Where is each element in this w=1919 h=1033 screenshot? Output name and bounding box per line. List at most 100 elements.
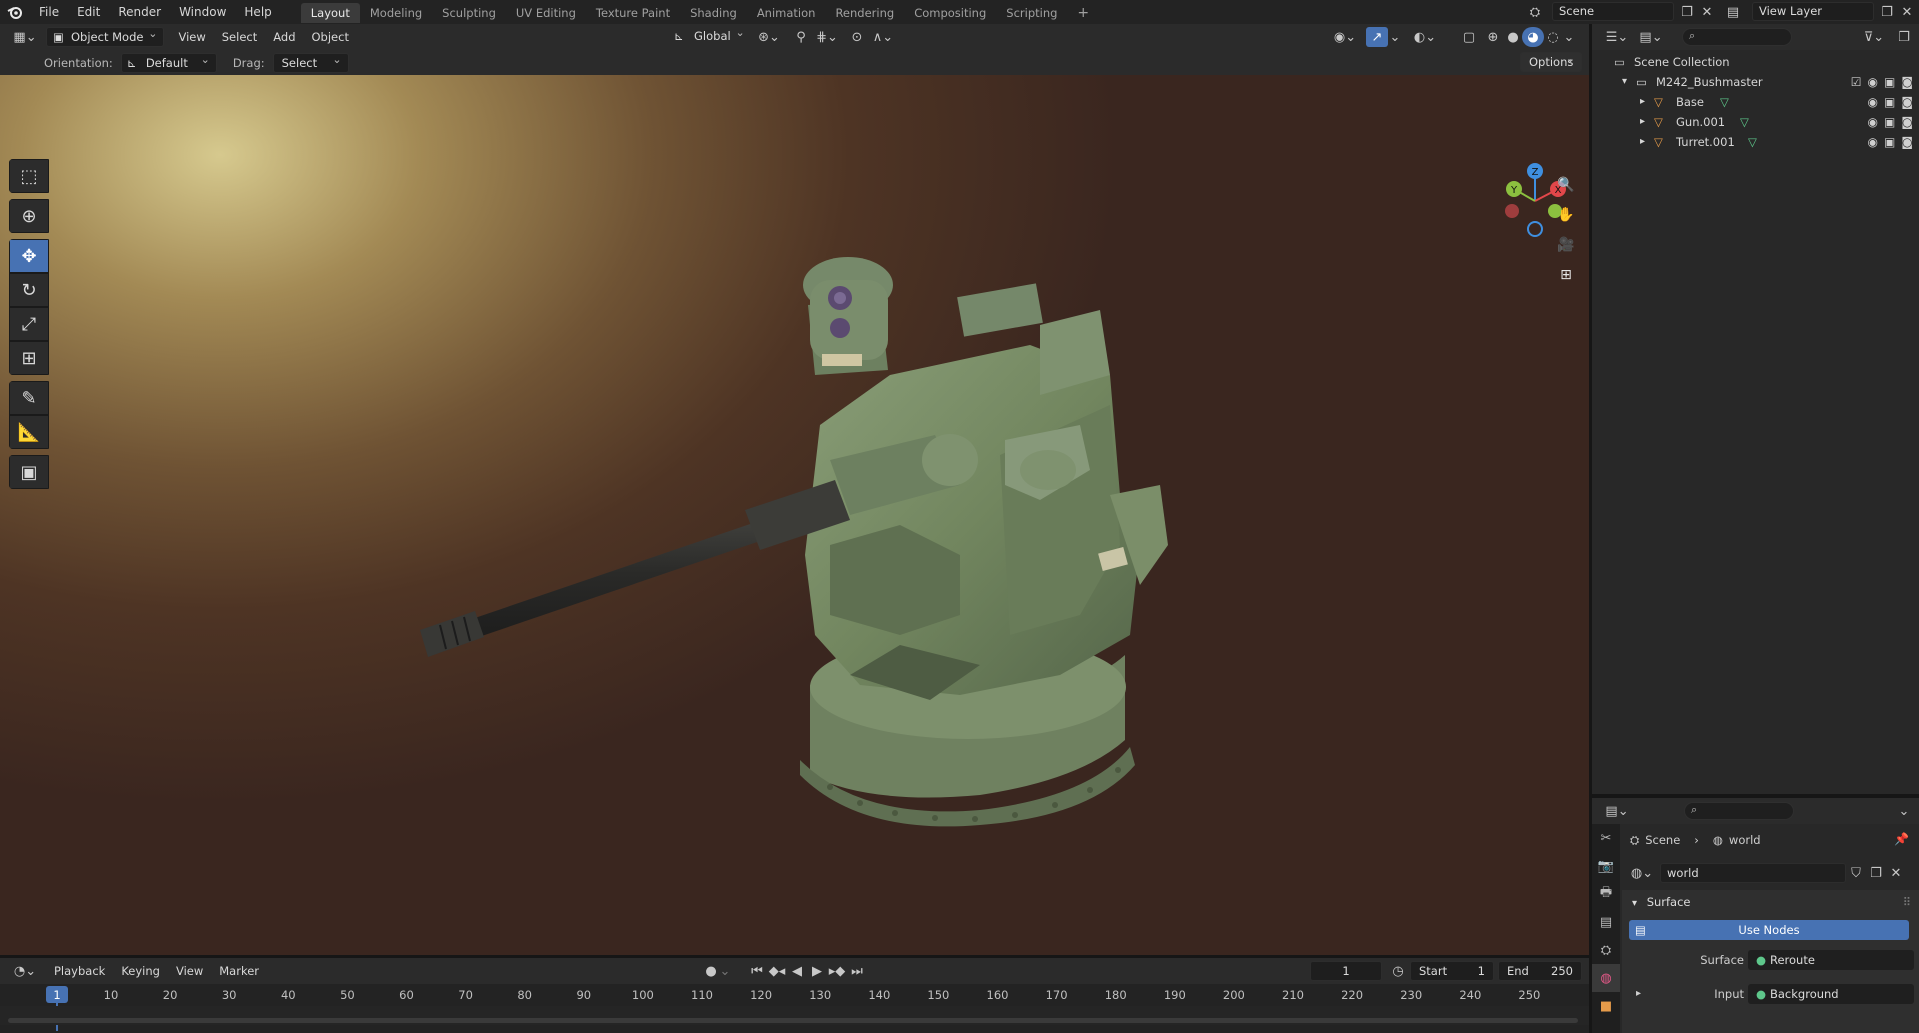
timeline-track[interactable]	[0, 1006, 1589, 1025]
delete-view-layer-icon[interactable]: ✕	[1896, 2, 1918, 22]
menu-select[interactable]: Select	[214, 27, 265, 47]
expand-chevron-icon[interactable]: ▸	[1636, 984, 1641, 1004]
duplicate-icon[interactable]: ❐	[1866, 863, 1886, 883]
input-socket-field[interactable]: ● Background	[1748, 984, 1914, 1004]
menu-marker[interactable]: Marker	[211, 961, 267, 981]
scene-tab-icon[interactable]: ⛭	[1592, 936, 1620, 964]
tab-compositing[interactable]: Compositing	[904, 3, 996, 23]
visibility-icon[interactable]: ◉⌄	[1330, 27, 1360, 47]
menu-view[interactable]: View	[168, 961, 211, 981]
visibility-eye-icon[interactable]: ◉	[1868, 112, 1878, 132]
orientation-dropdown[interactable]: ⊾ Default	[120, 51, 217, 73]
transform-orientation-dropdown[interactable]: ⊾ Global	[670, 24, 751, 47]
rendered-shading-icon[interactable]: ◌	[1542, 27, 1564, 47]
mesh-data-icon[interactable]: ▽	[1740, 112, 1749, 132]
tab-sculpting[interactable]: Sculpting	[432, 3, 506, 23]
menu-view[interactable]: View	[170, 27, 213, 47]
output-tab-icon[interactable]: 🖶	[1592, 880, 1620, 908]
menu-help[interactable]: Help	[235, 0, 280, 24]
tab-layout[interactable]: Layout	[300, 3, 360, 23]
menu-playback[interactable]: Playback	[46, 961, 113, 981]
menu-object[interactable]: Object	[304, 27, 357, 47]
play-icon[interactable]: ▶	[806, 961, 828, 981]
view-layer-selector[interactable]: View Layer	[1752, 2, 1874, 21]
view-layer-icon[interactable]: ▤	[1722, 2, 1744, 22]
preview-range-clock-icon[interactable]: ◷	[1387, 961, 1409, 981]
material-shading-icon[interactable]: ◕	[1522, 27, 1544, 47]
pin-icon[interactable]: 📌	[1894, 832, 1909, 846]
menu-render[interactable]: Render	[109, 0, 170, 24]
world-tab-icon[interactable]: ◍	[1592, 964, 1620, 992]
outliner-row-collection[interactable]: ▾ ▭ M242_Bushmaster ☑ ◉ ▣ ◙	[1592, 72, 1919, 92]
visibility-eye-icon[interactable]: ◉	[1868, 92, 1878, 112]
3d-viewport[interactable]: ⬚ ⊕ ✥ ↻ ⤢ ⊞ ✎ 📐 ▣ Z X Y 🔍 ✋ 🎥 ⊞	[0, 75, 1589, 955]
outliner-editor-type-icon[interactable]: ☰⌄	[1600, 27, 1634, 47]
annotate-tool-icon[interactable]: ✎	[9, 381, 49, 415]
pivot-point-icon[interactable]: ⊛⌄	[754, 27, 784, 47]
tab-uv-editing[interactable]: UV Editing	[506, 3, 586, 23]
solid-shading-icon[interactable]: ●	[1502, 27, 1524, 47]
unlink-icon[interactable]: ✕	[1886, 863, 1906, 883]
xray-icon[interactable]: ▢	[1458, 27, 1480, 47]
wireframe-shading-icon[interactable]: ⊕	[1482, 27, 1504, 47]
proportional-edit-icon[interactable]: ⊙	[846, 27, 868, 47]
fake-user-shield-icon[interactable]: ⛉	[1846, 863, 1866, 883]
axis-neg-z-icon[interactable]	[1527, 221, 1543, 237]
tab-scripting[interactable]: Scripting	[996, 3, 1067, 23]
world-name-field[interactable]: world	[1660, 863, 1846, 883]
move-tool-icon[interactable]: ✥	[9, 239, 49, 273]
timeline-editor-type-icon[interactable]: ◔⌄	[8, 961, 42, 981]
mesh-data-icon[interactable]: ▽	[1748, 132, 1757, 152]
viewport-monitor-icon[interactable]: ▣	[1884, 112, 1895, 132]
visibility-eye-icon[interactable]: ◉	[1868, 72, 1878, 92]
perspective-grid-icon[interactable]: ⊞	[1553, 262, 1579, 288]
surface-panel-header[interactable]: ▾ Surface ⠿	[1622, 890, 1919, 914]
view-layer-tab-icon[interactable]: ▤	[1592, 908, 1620, 936]
frame-ruler[interactable]: 1 10 20 30 40 50 60 70 80 90 100 110 120 130 140 150 160…	[0, 984, 1589, 1031]
use-nodes-button[interactable]: ▤ Use Nodes	[1629, 920, 1909, 940]
mode-dropdown[interactable]: ▣ Object Mode	[46, 25, 165, 47]
outliner-row-object[interactable]: ▸ ▽ Gun.001 ▽ ◉ ▣ ◙	[1592, 112, 1919, 132]
start-frame-field[interactable]: Start 1	[1410, 961, 1494, 981]
axis-neg-x-icon[interactable]	[1505, 204, 1519, 218]
outliner-search-field[interactable]: ⌕	[1682, 28, 1792, 46]
add-workspace-button[interactable]: +	[1067, 3, 1099, 23]
object-tab-icon[interactable]: ■	[1592, 992, 1620, 1020]
outliner-row-object[interactable]: ▸ ▽ Turret.001 ▽ ◉ ▣ ◙	[1592, 132, 1919, 152]
zoom-icon[interactable]: 🔍	[1553, 172, 1579, 198]
menu-window[interactable]: Window	[170, 0, 235, 24]
properties-editor-type-icon[interactable]: ▤⌄	[1600, 801, 1634, 821]
prev-keyframe-icon[interactable]: ◆◂	[766, 961, 788, 981]
render-camera-icon[interactable]: ◙	[1901, 112, 1913, 132]
pan-hand-icon[interactable]: ✋	[1553, 202, 1579, 228]
gizmo-toggle-icon[interactable]: ↗	[1366, 27, 1388, 47]
drag-handle-icon[interactable]: ⠿	[1903, 890, 1911, 914]
render-camera-icon[interactable]: ◙	[1901, 132, 1913, 152]
falloff-icon[interactable]: ∧⌄	[868, 27, 898, 47]
drag-dropdown[interactable]: Select Box	[272, 51, 349, 88]
gizmo-dropdown-icon[interactable]: ⌄	[1388, 27, 1402, 47]
viewport-monitor-icon[interactable]: ▣	[1884, 92, 1895, 112]
render-camera-icon[interactable]: ◙	[1901, 72, 1913, 92]
properties-search-field[interactable]: ⌕	[1684, 802, 1794, 820]
mesh-data-icon[interactable]: ▽	[1720, 92, 1729, 112]
menu-edit[interactable]: Edit	[68, 0, 109, 24]
outliner-row-scene-collection[interactable]: ▭ Scene Collection	[1592, 52, 1919, 72]
new-view-layer-icon[interactable]: ❐	[1876, 2, 1898, 22]
rotate-tool-icon[interactable]: ↻	[9, 273, 49, 307]
expand-chevron-icon[interactable]: ▸	[1640, 132, 1645, 152]
current-frame-field[interactable]: 1	[1310, 961, 1382, 981]
blender-logo-icon[interactable]	[0, 2, 30, 22]
display-mode-icon[interactable]: ▤⌄	[1634, 27, 1668, 47]
jump-end-icon[interactable]: ⏭	[846, 961, 868, 981]
menu-keying[interactable]: Keying	[113, 961, 168, 981]
measure-tool-icon[interactable]: 📐	[9, 415, 49, 449]
collapse-chevron-icon[interactable]: ▾	[1622, 72, 1627, 92]
keying-dropdown-icon[interactable]: ⌄	[718, 961, 732, 981]
menu-file[interactable]: File	[30, 0, 68, 24]
render-camera-icon[interactable]: ◙	[1901, 92, 1913, 112]
scene-icon[interactable]: ⛭	[1524, 2, 1546, 22]
camera-view-icon[interactable]: 🎥	[1553, 232, 1579, 258]
scene-selector[interactable]: Scene	[1552, 2, 1674, 21]
play-reverse-icon[interactable]: ◀	[786, 961, 808, 981]
